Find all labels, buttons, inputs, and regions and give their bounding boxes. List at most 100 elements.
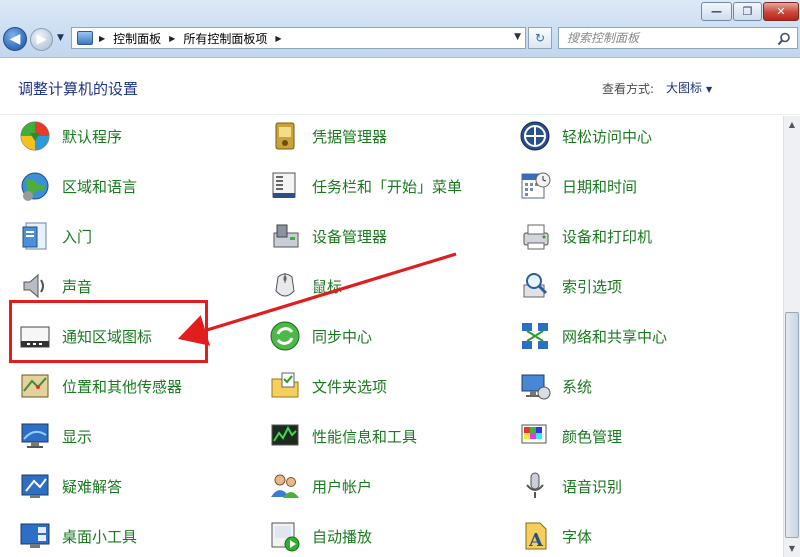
control-panel-item[interactable]: 设备和打印机	[518, 216, 652, 256]
annotation-highlight-box	[9, 300, 208, 363]
control-panel-item[interactable]: 用户帐户	[268, 466, 372, 506]
control-panel-item[interactable]: 日期和时间	[518, 166, 637, 206]
control-panel-item-label: 任务栏和「开始」菜单	[312, 177, 463, 196]
control-panel-item[interactable]: 文件夹选项	[268, 366, 387, 406]
recent-pages-dropdown[interactable]: ▼	[57, 33, 64, 43]
getting-started-icon	[18, 219, 52, 253]
control-panel-item[interactable]: 系统	[518, 366, 592, 406]
desktop-gadgets-icon	[18, 519, 52, 553]
mouse-icon	[268, 269, 302, 303]
control-panel-item-label: 凭据管理器	[312, 127, 388, 146]
control-panel-item[interactable]: 区域和语言	[18, 166, 137, 206]
close-button[interactable]: ✕	[763, 2, 799, 21]
view-by-label: 查看方式:	[602, 82, 655, 96]
control-panel-item-label: 显示	[62, 427, 93, 446]
control-panel-item-label: 设备管理器	[312, 227, 388, 246]
control-panel-item-label: 颜色管理	[562, 427, 623, 446]
autoplay-icon	[268, 519, 302, 553]
control-panel-item[interactable]: 网络和共享中心	[518, 316, 667, 356]
control-panel-item[interactable]: 凭据管理器	[268, 116, 387, 156]
control-panel-item[interactable]: 性能信息和工具	[268, 416, 417, 456]
device-manager-icon	[268, 219, 302, 253]
minimize-button[interactable]: —	[701, 2, 732, 21]
credential-manager-icon	[268, 119, 302, 153]
control-panel-item[interactable]: A 字体	[518, 516, 592, 556]
search-box[interactable]	[558, 27, 798, 49]
control-panel-item-label: 系统	[562, 377, 593, 396]
taskbar-start-menu-icon	[268, 169, 302, 203]
indexing-options-icon	[518, 269, 552, 303]
control-panel-item[interactable]: 自动播放	[268, 516, 372, 556]
speech-recognition-icon	[518, 469, 552, 503]
location-sensors-icon	[18, 369, 52, 403]
control-panel-item-label: 索引选项	[562, 277, 623, 296]
control-panel-item[interactable]: 任务栏和「开始」菜单	[268, 166, 462, 206]
control-panel-item[interactable]: 显示	[18, 416, 92, 456]
breadcrumb-control-panel[interactable]: 控制面板	[113, 30, 161, 47]
control-panel-item-label: 日期和时间	[562, 177, 638, 196]
maximize-button[interactable]: ❐	[733, 2, 762, 21]
control-panel-item[interactable]: 颜色管理	[518, 416, 622, 456]
default-programs-icon	[18, 119, 52, 153]
system-icon	[518, 369, 552, 403]
date-time-icon	[518, 169, 552, 203]
address-dropdown[interactable]: ▼	[514, 32, 521, 42]
control-panel-item-label: 字体	[562, 527, 593, 546]
refresh-button[interactable]: ↻	[528, 27, 552, 49]
chevron-down-icon: ▼	[706, 85, 713, 94]
control-panel-item-label: 声音	[62, 277, 93, 296]
control-panel-item[interactable]: 位置和其他传感器	[18, 366, 182, 406]
control-panel-item[interactable]: 同步中心	[268, 316, 372, 356]
vertical-scrollbar[interactable]: ▲ ▼	[783, 116, 800, 557]
ease-of-access-icon	[518, 119, 552, 153]
control-panel-item-label: 设备和打印机	[562, 227, 653, 246]
performance-tools-icon	[268, 419, 302, 453]
color-management-icon	[518, 419, 552, 453]
control-panel-item-label: 同步中心	[312, 327, 373, 346]
control-panel-item-label: 疑难解答	[62, 477, 123, 496]
network-sharing-icon	[518, 319, 552, 353]
control-panel-icon	[77, 31, 93, 45]
control-panel-item[interactable]: 疑难解答	[18, 466, 122, 506]
control-panel-item[interactable]: 桌面小工具	[18, 516, 137, 556]
folder-options-icon	[268, 369, 302, 403]
control-panel-item-label: 语音识别	[562, 477, 623, 496]
control-panel-item[interactable]: 入门	[18, 216, 92, 256]
scroll-down-button[interactable]: ▼	[784, 540, 800, 557]
view-by-value: 大图标	[666, 81, 703, 95]
control-panel-item-label: 入门	[62, 227, 93, 246]
view-by-dropdown[interactable]: 大图标 ▼	[666, 79, 712, 96]
back-button[interactable]: ◀	[3, 27, 27, 51]
svg-text:A: A	[528, 530, 544, 551]
control-panel-item-label: 用户帐户	[312, 477, 373, 496]
control-panel-item-label: 网络和共享中心	[562, 327, 668, 346]
devices-printers-icon	[518, 219, 552, 253]
control-panel-item-label: 自动播放	[312, 527, 373, 546]
control-panel-item[interactable]: 默认程序	[18, 116, 122, 156]
control-panel-item[interactable]: 鼠标	[268, 266, 342, 306]
fonts-icon: A	[518, 519, 552, 553]
region-language-icon	[18, 169, 52, 203]
control-panel-item[interactable]: 设备管理器	[268, 216, 387, 256]
breadcrumb-separator[interactable]: ▶	[275, 34, 281, 43]
title-bar: — ❐ ✕ ◀ ▶ ▼ ▶ 控制面板 ▶ 所有控制面板项 ▶ ▼ ↻	[0, 0, 800, 58]
control-panel-item-label: 桌面小工具	[62, 527, 138, 546]
control-panel-item-label: 性能信息和工具	[312, 427, 418, 446]
breadcrumb-all-items[interactable]: 所有控制面板项	[183, 30, 267, 47]
search-icon[interactable]	[777, 31, 791, 46]
forward-button[interactable]: ▶	[30, 28, 53, 51]
scroll-thumb[interactable]	[785, 312, 799, 538]
search-input[interactable]	[567, 31, 767, 45]
control-panel-item-label: 区域和语言	[62, 177, 138, 196]
scroll-up-button[interactable]: ▲	[784, 116, 800, 133]
breadcrumb-separator[interactable]: ▶	[99, 34, 105, 43]
control-panel-item-label: 文件夹选项	[312, 377, 388, 396]
control-panel-item[interactable]: 索引选项	[518, 266, 622, 306]
breadcrumb-separator[interactable]: ▶	[169, 34, 175, 43]
control-panel-item-label: 位置和其他传感器	[62, 377, 183, 396]
sync-center-icon	[268, 319, 302, 353]
control-panel-item-label: 轻松访问中心	[562, 127, 653, 146]
control-panel-item[interactable]: 轻松访问中心	[518, 116, 652, 156]
control-panel-item[interactable]: 语音识别	[518, 466, 622, 506]
address-bar[interactable]: ▶ 控制面板 ▶ 所有控制面板项 ▶ ▼	[71, 27, 526, 49]
